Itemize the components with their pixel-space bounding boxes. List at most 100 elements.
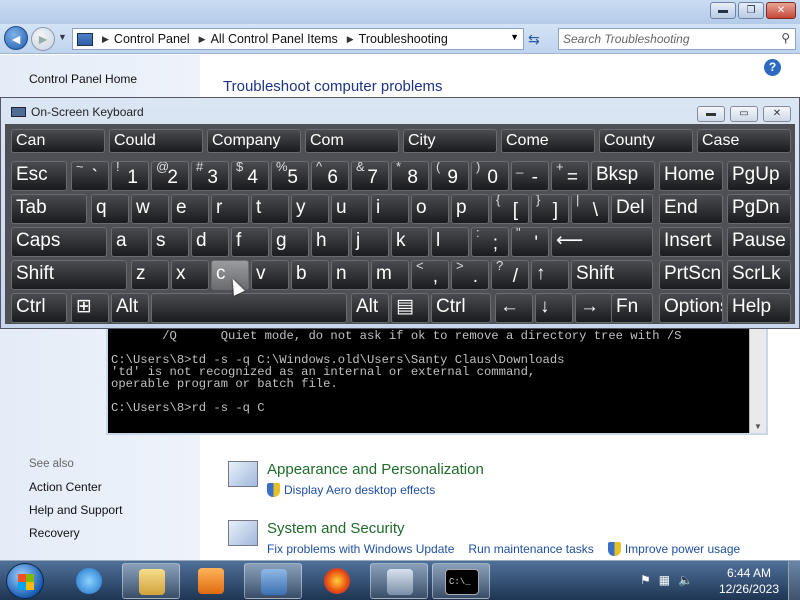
key-y-6[interactable]: y bbox=[291, 194, 329, 224]
key-f-4[interactable]: f bbox=[231, 227, 269, 257]
section-title[interactable]: Appearance and Personalization bbox=[267, 461, 484, 478]
key-options-11[interactable]: Options bbox=[659, 293, 723, 323]
key-p-10[interactable]: p bbox=[451, 194, 489, 224]
key-symbol-11[interactable]: " ' bbox=[511, 227, 549, 257]
key-w-2[interactable]: w bbox=[131, 194, 169, 224]
aero-effects-link[interactable]: Display Aero desktop effects bbox=[267, 483, 435, 497]
key-d-3[interactable]: d bbox=[191, 227, 229, 257]
key-digit[interactable]: + = bbox=[551, 161, 589, 191]
windows-update-link[interactable]: Fix problems with Windows Update bbox=[267, 542, 454, 556]
key-end-15[interactable]: End bbox=[659, 194, 723, 224]
show-desktop-button[interactable] bbox=[788, 561, 800, 600]
recent-pages-dropdown[interactable]: ▼ bbox=[58, 32, 67, 42]
breadcrumb-control-panel[interactable]: Control Panel bbox=[114, 32, 190, 46]
key-fn-10[interactable]: Fn bbox=[611, 293, 653, 323]
address-bar[interactable]: ▶ Control Panel ▶ All Control Panel Item… bbox=[72, 28, 524, 50]
key-digit-2[interactable]: @2 bbox=[151, 161, 189, 191]
prediction-come[interactable]: Come bbox=[501, 129, 595, 153]
key-ctrl-6[interactable]: Ctrl bbox=[431, 293, 491, 323]
key-b-5[interactable]: b bbox=[291, 260, 329, 290]
key-symbol-10[interactable]: ? / bbox=[491, 260, 529, 290]
chevron-right-icon[interactable]: ▶ bbox=[347, 34, 354, 45]
key-digit-3[interactable]: #3 bbox=[191, 161, 229, 191]
key-n-6[interactable]: n bbox=[331, 260, 369, 290]
key-esc[interactable]: Esc bbox=[11, 161, 67, 191]
key-caps-0[interactable]: Caps bbox=[11, 227, 107, 257]
prediction-city[interactable]: City bbox=[403, 129, 497, 153]
key-del-14[interactable]: Del bbox=[611, 194, 653, 224]
breadcrumb-all-items[interactable]: All Control Panel Items bbox=[211, 32, 338, 46]
chevron-down-icon[interactable]: ▼ bbox=[510, 32, 519, 42]
key-alt-2[interactable]: Alt bbox=[111, 293, 149, 323]
key-symbol-11[interactable]: {[ bbox=[491, 194, 529, 224]
key-digit-5[interactable]: % 5 bbox=[271, 161, 309, 191]
osk-taskbar-button[interactable] bbox=[370, 563, 428, 599]
explorer-button[interactable] bbox=[122, 563, 180, 599]
key-s-2[interactable]: s bbox=[151, 227, 189, 257]
recovery-link[interactable]: Recovery bbox=[29, 526, 80, 540]
start-button[interactable] bbox=[6, 563, 44, 599]
breadcrumb-troubleshooting[interactable]: Troubleshooting bbox=[359, 32, 448, 46]
help-and-support-link[interactable]: Help and Support bbox=[29, 503, 122, 517]
key-u-7[interactable]: u bbox=[331, 194, 369, 224]
key-digit-8[interactable]: * 8 bbox=[391, 161, 429, 191]
key-pause-14[interactable]: Pause bbox=[727, 227, 791, 257]
key-prtscn-13[interactable]: PrtScn bbox=[659, 260, 723, 290]
internet-explorer-button[interactable] bbox=[60, 563, 118, 599]
forward-button[interactable]: ► bbox=[31, 27, 55, 51]
help-icon[interactable]: ? bbox=[764, 59, 781, 76]
minimize-button[interactable]: ▬ bbox=[710, 2, 736, 19]
key-symbol-8[interactable]: ↓ bbox=[535, 293, 573, 323]
key-i-8[interactable]: i bbox=[371, 194, 409, 224]
key-symbol-1[interactable]: ⊞ bbox=[71, 293, 109, 323]
key-pgdn-16[interactable]: PgDn bbox=[727, 194, 791, 224]
section-title[interactable]: System and Security bbox=[267, 520, 405, 537]
console-scrollbar[interactable]: ▼ bbox=[749, 327, 766, 433]
action-center-link[interactable]: Action Center bbox=[29, 480, 102, 494]
osk-minimize-button[interactable]: ▬ bbox=[697, 106, 725, 122]
maximize-button[interactable]: ❐ bbox=[738, 2, 764, 19]
command-prompt-window[interactable]: /Q Quiet mode, do not ask if ok to remov… bbox=[106, 325, 768, 435]
key-t-5[interactable]: t bbox=[251, 194, 289, 224]
key-digit-9[interactable]: (9 bbox=[431, 161, 469, 191]
key-digit-1[interactable]: ! 1 bbox=[111, 161, 149, 191]
key-tab-0[interactable]: Tab bbox=[11, 194, 87, 224]
key-bksp[interactable]: Bksp bbox=[591, 161, 655, 191]
key-home[interactable]: Home bbox=[659, 161, 723, 191]
command-prompt-taskbar-button[interactable]: C:\_ bbox=[432, 563, 490, 599]
power-usage-link[interactable]: Improve power usage bbox=[607, 542, 740, 556]
key-a-1[interactable]: a bbox=[111, 227, 149, 257]
firefox-button[interactable] bbox=[308, 563, 366, 599]
key-space[interactable] bbox=[151, 293, 347, 323]
key-l-9[interactable]: l bbox=[431, 227, 469, 257]
key-symbol-9[interactable]: >. bbox=[451, 260, 489, 290]
key-q-1[interactable]: q bbox=[91, 194, 129, 224]
key-symbol-12[interactable]: }] bbox=[531, 194, 569, 224]
refresh-icon[interactable]: ⇆ bbox=[528, 31, 540, 48]
prediction-case[interactable]: Case bbox=[697, 129, 791, 153]
key-ctrl-0[interactable]: Ctrl bbox=[11, 293, 67, 323]
control-panel-home-link[interactable]: Control Panel Home bbox=[29, 72, 137, 86]
key-k-8[interactable]: k bbox=[391, 227, 429, 257]
close-button[interactable]: ✕ bbox=[766, 2, 796, 19]
key-e-3[interactable]: e bbox=[171, 194, 209, 224]
key-v-4[interactable]: v bbox=[251, 260, 289, 290]
network-icon[interactable]: ▦ bbox=[659, 573, 670, 587]
maintenance-link[interactable]: Run maintenance tasks bbox=[468, 542, 593, 556]
control-panel-button[interactable] bbox=[244, 563, 302, 599]
key-symbol-10[interactable]: :; bbox=[471, 227, 509, 257]
key-scrlk-14[interactable]: ScrLk bbox=[727, 260, 791, 290]
prediction-can[interactable]: Can bbox=[11, 129, 105, 153]
key-digit[interactable]: _ - bbox=[511, 161, 549, 191]
key-j-7[interactable]: j bbox=[351, 227, 389, 257]
key-symbol-12[interactable]: ⟵ bbox=[551, 227, 653, 257]
clock[interactable]: 6:44 AM 12/26/2023 bbox=[718, 565, 780, 597]
prediction-county[interactable]: County bbox=[599, 129, 693, 153]
key-help-12[interactable]: Help bbox=[727, 293, 791, 323]
key-shift-12[interactable]: Shift bbox=[571, 260, 653, 290]
key-shift-0[interactable]: Shift bbox=[11, 260, 127, 290]
key-z-1[interactable]: z bbox=[131, 260, 169, 290]
key-h-6[interactable]: h bbox=[311, 227, 349, 257]
key-m-7[interactable]: m bbox=[371, 260, 409, 290]
key-symbol-5[interactable]: ▤ bbox=[391, 293, 429, 323]
